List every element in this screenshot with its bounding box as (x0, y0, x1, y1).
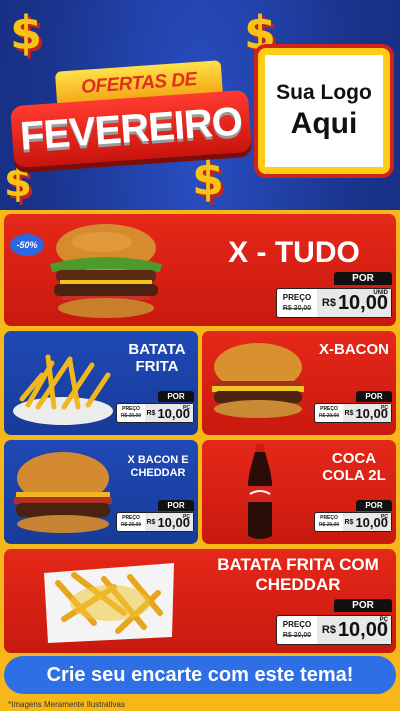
price-label: PREÇO (282, 620, 312, 629)
price-label: PREÇO (122, 515, 140, 521)
headline-line2: FEVEREIRO (10, 89, 252, 169)
old-price: R$ 20,00 (318, 522, 340, 528)
old-price: R$ 20,00 (318, 413, 340, 419)
product-card-coca-cola[interactable]: COCA COLA 2L POR PREÇO R$ 20,00 PÇ R$ 10… (202, 440, 396, 544)
price-por-label: POR (334, 599, 392, 612)
product-card-batata-cheddar[interactable]: BATATA FRITA COM CHEDDAR POR PREÇO R$ 20… (4, 549, 396, 653)
product-card-x-tudo[interactable]: -50% X - TUDO POR PREÇO R$ 20,00 UNID R$… (4, 214, 396, 326)
burger-image (50, 224, 162, 318)
footer: *Imagens Meramente Ilustrativas (0, 698, 400, 711)
old-price: R$ 20,00 (282, 632, 312, 639)
price-tag: POR PREÇO R$ 20,00 PÇ R$ 10,00 (314, 391, 392, 423)
price-label: PREÇO (282, 293, 312, 302)
product-name: X - TUDO (228, 236, 360, 269)
product-name: X-BACON (319, 341, 389, 358)
price-tag: POR PREÇO R$ 20,00 PÇ R$ 10,00 (314, 500, 392, 532)
headline: OFERTAS DE FEVEREIRO (10, 60, 252, 169)
price-unit: PÇ (381, 514, 388, 520)
price-unit: PÇ (381, 405, 388, 411)
old-price: R$ 20,00 (282, 305, 312, 312)
price-currency: R$ (321, 624, 336, 636)
logo-placeholder[interactable]: Sua Logo Aqui (258, 48, 390, 174)
price-unit: PÇ (183, 514, 190, 520)
price-tag: POR PREÇO R$ 20,00 PÇ R$ 10,00 (116, 391, 194, 423)
price-tag: POR PREÇO R$ 20,00 PÇ R$ 10,00 (116, 500, 194, 532)
price-currency: R$ (146, 409, 156, 417)
price-por-label: POR (356, 391, 392, 402)
logo-line2: Aqui (290, 107, 358, 140)
price-label: PREÇO (320, 515, 338, 521)
product-card-x-bacon[interactable]: X-BACON POR PREÇO R$ 20,00 PÇ R$ 10,00 (202, 331, 396, 435)
price-por-label: POR (158, 500, 194, 511)
price-por-label: POR (334, 272, 392, 285)
product-name: COCA COLA 2L (322, 450, 386, 485)
price-unit: UNID (373, 290, 388, 296)
price-currency: R$ (344, 518, 354, 526)
price-tag: POR PREÇO R$ 20,00 PÇ R$ 10,00 (276, 599, 392, 645)
product-name: X BACON E CHEDDAR (127, 454, 189, 479)
discount-badge: -50% (10, 234, 44, 256)
price-label: PREÇO (320, 406, 338, 412)
old-price: R$ 20,00 (120, 413, 142, 419)
fries-cheddar-image (44, 563, 174, 643)
old-price: R$ 20,00 (120, 522, 142, 528)
soda-bottle-image (248, 444, 272, 539)
cta-button[interactable]: Crie seu encarte com este tema! (4, 656, 396, 694)
product-name: BATATA FRITA (128, 341, 186, 376)
burger-image (14, 452, 112, 533)
price-currency: R$ (146, 518, 156, 526)
price-label: PREÇO (122, 406, 140, 412)
price-unit: PÇ (379, 617, 388, 623)
price-currency: R$ (344, 409, 354, 417)
price-tag: POR PREÇO R$ 20,00 UNID R$ 10,00 (276, 272, 392, 318)
price-unit: PÇ (183, 405, 190, 411)
footer-disclaimer: *Imagens Meramente Ilustrativas (8, 700, 125, 709)
fries-image (13, 354, 113, 425)
dollar-sign-icon: $ (10, 6, 43, 60)
logo-line1: Sua Logo (276, 81, 372, 104)
price-por-label: POR (356, 500, 392, 511)
price-currency: R$ (321, 297, 336, 309)
price-por-label: POR (158, 391, 194, 402)
burger-image (212, 343, 304, 418)
product-name: BATATA FRITA COM CHEDDAR (217, 555, 379, 594)
product-card-batata-frita[interactable]: BATATA FRITA POR PREÇO R$ 20,00 PÇ R$ 10… (4, 331, 198, 435)
product-card-x-bacon-cheddar[interactable]: X BACON E CHEDDAR POR PREÇO R$ 20,00 PÇ … (4, 440, 198, 544)
